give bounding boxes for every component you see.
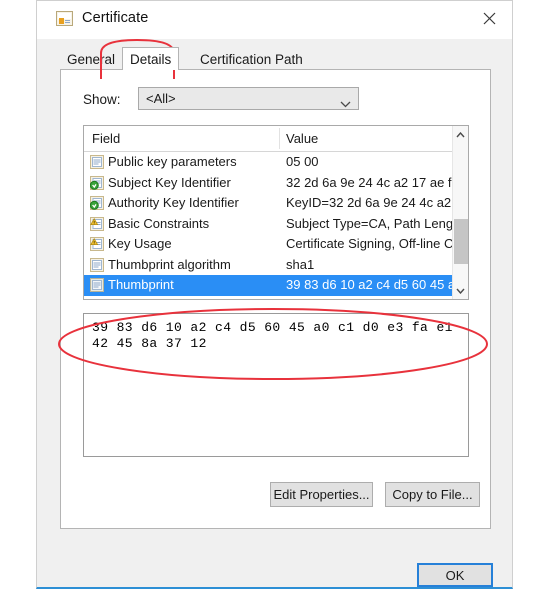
chevron-up-icon[interactable] (453, 126, 468, 143)
column-header-field[interactable]: Field (92, 131, 120, 146)
certificate-dialog: Certificate General Details Certificatio… (36, 0, 513, 589)
row-value-label: 05 00 (286, 154, 319, 169)
tab-strip: General Details Certification Path (60, 47, 491, 71)
details-tab-panel: Show: <All> Field Value Public key param… (60, 69, 491, 529)
key-green-icon (89, 196, 104, 210)
show-label: Show: (83, 92, 121, 107)
row-field-label: Friendly name (108, 298, 190, 300)
certificate-fields-list[interactable]: Field Value Public key parameters 05 00 … (83, 125, 469, 300)
table-row-selected[interactable]: Thumbprint 39 83 d6 10 a2 c4 d5 60 45 a0… (84, 275, 468, 296)
column-header-value[interactable]: Value (286, 131, 318, 146)
row-field-label: Key Usage (108, 236, 172, 251)
row-field-label: Subject Key Identifier (108, 174, 231, 190)
document-icon (90, 298, 104, 299)
document-icon (90, 278, 104, 292)
row-value-label: 39 83 d6 10 a2 c4 d5 60 45 a0... (286, 277, 469, 292)
warning-doc-icon (90, 216, 104, 231)
row-field-label: Authority Key Identifier (108, 195, 239, 210)
chevron-down-icon (340, 95, 351, 113)
warning-doc-icon (90, 237, 104, 251)
table-row[interactable]: Thumbprint algorithm sha1 (84, 255, 468, 276)
field-detail-text: 39 83 d6 10 a2 c4 d5 60 45 a0 c1 d0 e3 f… (92, 320, 453, 351)
table-row[interactable]: Subject Key Identifier 32 2d 6a 9e 24 4c… (84, 173, 468, 194)
table-row[interactable]: Authority Key Identifier KeyID=32 2d 6a … (84, 193, 468, 214)
list-rows: Public key parameters 05 00 Subject Key … (84, 152, 468, 300)
table-row[interactable]: Public key parameters 05 00 (84, 152, 468, 173)
document-icon (90, 257, 104, 272)
key-green-icon (89, 175, 104, 190)
tab-certification-path[interactable]: Certification Path (193, 49, 310, 70)
row-value-label: KeyID=32 2d 6a 9e 24 4c a2 1... (286, 195, 469, 210)
table-row[interactable]: Basic Constraints Subject Type=CA, Path … (84, 214, 468, 235)
document-icon (90, 155, 104, 169)
list-scrollbar[interactable] (452, 126, 468, 299)
field-detail-textbox[interactable]: 39 83 d6 10 a2 c4 d5 60 45 a0 c1 d0 e3 f… (83, 313, 469, 457)
table-row[interactable]: Friendly name RTE Certification Authorit… (84, 296, 468, 300)
table-row[interactable]: Key Usage Certificate Signing, Off-line … (84, 234, 468, 255)
row-value-label: Subject Type=CA, Path Lengt... (286, 215, 468, 231)
show-filter-dropdown[interactable]: <All> (138, 87, 359, 110)
tab-details[interactable]: Details (122, 47, 180, 70)
certificate-icon (56, 11, 73, 26)
copy-to-file-button[interactable]: Copy to File... (385, 482, 480, 507)
row-value-label: RTE Certification Authority - R (286, 298, 459, 300)
row-value-label: Certificate Signing, Off-line CR... (286, 236, 469, 251)
scrollbar-thumb[interactable] (454, 219, 468, 264)
edit-properties-button[interactable]: Edit Properties... (270, 482, 373, 507)
header-divider (279, 128, 280, 149)
window-title: Certificate (82, 10, 149, 26)
ok-button[interactable]: OK (417, 563, 493, 587)
row-field-label: Public key parameters (108, 154, 237, 169)
show-filter-value: <All> (146, 91, 176, 106)
title-bar: Certificate (37, 1, 512, 39)
close-icon[interactable] (466, 1, 512, 35)
row-field-label: Thumbprint algorithm (108, 256, 231, 272)
row-value-label: 32 2d 6a 9e 24 4c a2 17 ae f9 ... (286, 174, 469, 190)
list-header: Field Value (84, 126, 468, 152)
row-value-label: sha1 (286, 256, 315, 272)
row-field-label: Thumbprint (108, 277, 174, 292)
chevron-down-icon[interactable] (453, 282, 468, 299)
row-field-label: Basic Constraints (108, 215, 210, 231)
tab-general[interactable]: General (60, 49, 123, 70)
